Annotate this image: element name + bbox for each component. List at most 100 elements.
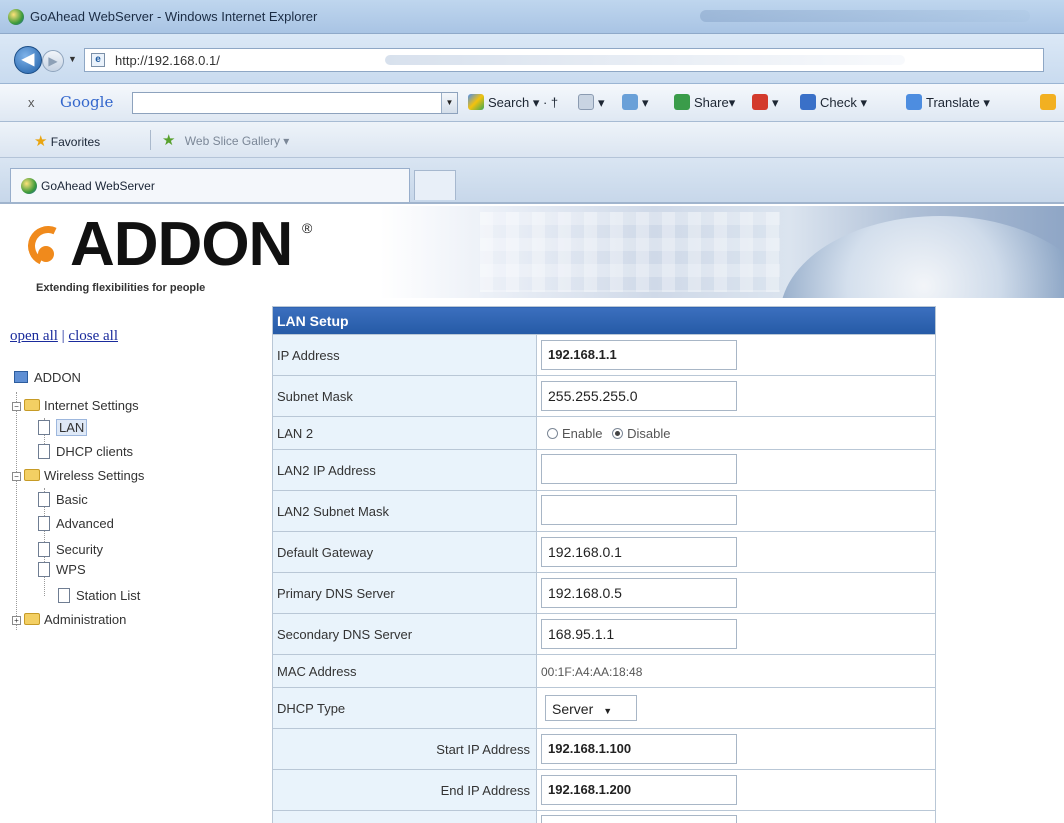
spell-check-button[interactable]: Check ▾ xyxy=(800,94,867,111)
tab-goahead[interactable]: GoAhead WebServer xyxy=(10,168,410,202)
highlight-icon xyxy=(1040,94,1056,110)
add-favorite-icon[interactable]: ★ xyxy=(162,132,175,149)
lan2-subnet-mask-label: LAN2 Subnet Mask xyxy=(272,490,537,532)
secondary-dns-input[interactable]: 168.95.1.1 xyxy=(541,619,737,649)
next-row-label xyxy=(272,810,537,823)
page-icon xyxy=(38,420,50,435)
highlight-button[interactable] xyxy=(1040,94,1060,110)
page-icon xyxy=(58,588,70,603)
end-ip-label: End IP Address xyxy=(272,769,537,811)
page-icon xyxy=(38,542,50,557)
close-all-link[interactable]: close all xyxy=(68,328,118,344)
primary-dns-input[interactable]: 192.168.0.5 xyxy=(541,578,737,608)
share-icon xyxy=(674,94,690,110)
sidebar-item-label: Internet Settings xyxy=(44,398,139,413)
sidebar-item-station-list[interactable]: Station List xyxy=(58,588,140,603)
search-label: Search xyxy=(488,95,530,110)
sidebar-item-security[interactable]: Security xyxy=(38,542,103,557)
open-close-separator: | xyxy=(61,328,65,344)
logo-tagline: Extending flexibilities for people xyxy=(36,282,206,294)
tree-connector xyxy=(16,392,17,630)
tree-root-addon[interactable]: ADDON xyxy=(14,370,81,385)
collapse-icon[interactable]: − xyxy=(12,402,21,411)
computer-icon xyxy=(14,371,28,383)
titlebar-blur xyxy=(700,10,1030,22)
sidebar-item-lan[interactable]: LAN xyxy=(38,419,88,436)
tab-favicon-icon xyxy=(21,178,37,194)
mac-address-value: 00:1F:A4:AA:18:48 xyxy=(541,664,643,679)
google-logo: Google xyxy=(60,93,113,111)
addon-logo-icon xyxy=(22,220,74,272)
dhcp-type-select[interactable]: Server ▼ xyxy=(545,695,637,721)
expand-icon[interactable]: + xyxy=(12,616,21,625)
sidebar-item-label: DHCP clients xyxy=(56,444,134,459)
google-search-icon xyxy=(468,94,484,110)
sidebar-item-label: Advanced xyxy=(56,516,114,531)
google-search-button[interactable]: Search ▾ · † xyxy=(468,94,558,111)
sidebar-item-administration[interactable]: + Administration xyxy=(12,612,126,627)
end-ip-input[interactable]: 192.168.1.200 xyxy=(541,775,737,805)
toolbar-close-button[interactable]: x xyxy=(28,95,35,110)
history-dropdown-icon[interactable]: ▼ xyxy=(68,54,77,64)
page-header: ADDON ® Extending flexibilities for peop… xyxy=(0,206,1064,298)
lan-setup-table: LAN Setup IP Address 192.168.1.1 Subnet … xyxy=(272,306,936,823)
page-icon xyxy=(38,516,50,531)
sidebar-item-label: Basic xyxy=(56,492,88,507)
folder-open-icon xyxy=(24,399,40,411)
sidebar-tree: open all | close all ADDON − Internet Set… xyxy=(0,300,268,823)
open-all-link[interactable]: open all xyxy=(10,328,58,344)
ip-address-label: IP Address xyxy=(272,334,537,376)
lan2-ip-address-input[interactable] xyxy=(541,453,737,484)
forward-arrow-icon[interactable]: ▶ xyxy=(42,50,64,72)
back-arrow-icon[interactable]: ◀ xyxy=(14,46,42,74)
translate-button[interactable]: Translate ▾ xyxy=(906,94,990,111)
page-icon xyxy=(38,562,50,577)
tree-root-label: ADDON xyxy=(34,370,81,385)
check-label: Check xyxy=(820,95,857,110)
favorites-bar: ★ Favorites ★ Web Slice Gallery ▾ xyxy=(0,122,1064,158)
page-icon xyxy=(38,492,50,507)
next-row-input[interactable] xyxy=(541,814,737,823)
web-slice-gallery-link[interactable]: ★ Web Slice Gallery ▾ xyxy=(162,131,289,149)
sidebar-item-basic[interactable]: Basic xyxy=(38,492,88,507)
google-search-input[interactable]: ▼ xyxy=(132,92,458,114)
address-bar: ◀ ▶ ▼ e http://192.168.0.1/ xyxy=(0,34,1064,84)
url-blur xyxy=(385,55,905,65)
chevron-down-icon[interactable]: ▼ xyxy=(441,93,457,113)
default-gateway-input[interactable]: 192.168.0.1 xyxy=(541,537,737,567)
page-icon xyxy=(38,444,50,459)
share-button[interactable]: Share▾ xyxy=(674,94,735,111)
folder-closed-icon xyxy=(24,613,40,625)
lan2-enable-radio[interactable] xyxy=(547,427,558,439)
new-tab-button[interactable] xyxy=(414,170,456,200)
sidebar-item-label: LAN xyxy=(56,419,88,436)
favorites-star-icon: ★ xyxy=(34,133,48,150)
share-label: Share xyxy=(694,95,729,110)
favorites-button[interactable]: ★ Favorites xyxy=(34,132,100,150)
sidebar-item-dhcp-clients[interactable]: DHCP clients xyxy=(38,444,133,459)
url-text[interactable]: http://192.168.0.1/ xyxy=(115,53,220,68)
collapse-icon[interactable]: − xyxy=(12,472,21,481)
lan2-ip-address-label: LAN2 IP Address xyxy=(272,449,537,491)
default-gateway-label: Default Gateway xyxy=(272,531,537,573)
popup-blocker-button[interactable]: ▾ xyxy=(752,94,779,111)
lan2-label: LAN 2 xyxy=(272,416,537,450)
sidebar-item-internet-settings[interactable]: − Internet Settings xyxy=(12,398,139,413)
google-logo-text: Google xyxy=(60,93,114,111)
ip-address-input[interactable]: 192.168.1.1 xyxy=(541,340,737,370)
sidebar-item-label: Security xyxy=(56,542,103,557)
sidebar-item-advanced[interactable]: Advanced xyxy=(38,516,114,531)
sidebar-item-label: Wireless Settings xyxy=(44,468,145,483)
tab-bar: GoAhead WebServer xyxy=(0,158,1064,204)
spellcheck-icon xyxy=(800,94,816,110)
lan2-disable-radio[interactable] xyxy=(612,427,624,439)
sidebar-item-wireless-settings[interactable]: − Wireless Settings xyxy=(12,468,144,483)
lan2-subnet-mask-input[interactable] xyxy=(541,494,737,525)
url-input[interactable]: e http://192.168.0.1/ xyxy=(84,48,1044,72)
sidebar-item-wps[interactable]: WPS xyxy=(38,562,86,577)
start-ip-input[interactable]: 192.168.1.100 xyxy=(541,734,737,764)
favorites-label: Favorites xyxy=(50,135,101,149)
subnet-mask-input[interactable]: 255.255.255.0 xyxy=(541,381,737,411)
toolbar-page-button[interactable]: ▾ xyxy=(578,94,605,111)
toolbar-bookmark-button[interactable]: ▾ xyxy=(622,94,649,111)
